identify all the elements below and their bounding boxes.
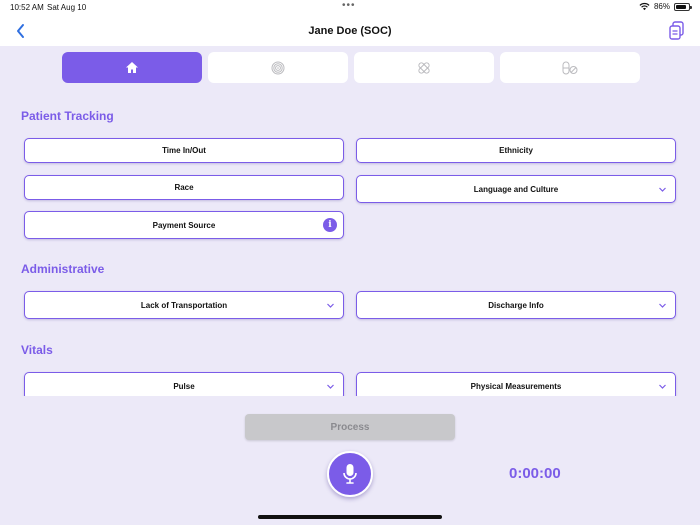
wifi-icon (639, 2, 650, 11)
tab-fingerprint[interactable] (208, 52, 348, 83)
recording-timer: 0:00:00 (509, 465, 561, 482)
tab-pills[interactable] (500, 52, 640, 83)
lack-of-transportation-label: Lack of Transportation (140, 300, 228, 310)
home-icon (126, 62, 138, 73)
chevron-down-icon (327, 303, 334, 308)
status-time: 10:52 AM (10, 3, 44, 12)
pulse-label: Pulse (173, 381, 195, 391)
discharge-info-label: Discharge Info (488, 300, 544, 310)
documents-icon (669, 21, 684, 40)
battery-percent: 86% (653, 2, 670, 11)
info-icon[interactable]: i (323, 218, 337, 232)
payment-source-button[interactable]: Payment Source i (24, 211, 344, 239)
pills-icon (562, 61, 578, 74)
microphone-icon (343, 464, 357, 484)
chevron-down-icon (659, 384, 666, 389)
section-title-administrative: Administrative (21, 262, 105, 276)
ethnicity-label: Ethnicity (499, 146, 533, 155)
tab-bar (62, 52, 640, 84)
process-button[interactable]: Process (245, 414, 455, 440)
discharge-info-dropdown[interactable]: Discharge Info (356, 291, 676, 319)
tab-bandage[interactable] (354, 52, 494, 83)
status-bar: 10:52 AM Sat Aug 10 ••• 86% (0, 0, 700, 16)
section-title-vitals: Vitals (21, 343, 53, 357)
page-title: Jane Doe (SOC) (308, 25, 392, 37)
tab-home[interactable] (62, 52, 202, 83)
ethnicity-button[interactable]: Ethnicity (356, 138, 676, 163)
battery-fill (676, 4, 686, 9)
race-button[interactable]: Race (24, 175, 344, 200)
physical-measurements-dropdown[interactable]: Physical Measurements (356, 372, 676, 396)
time-in-out-button[interactable]: Time In/Out (24, 138, 344, 163)
form-scroll-area[interactable]: Patient Tracking Time In/Out Ethnicity R… (0, 96, 700, 396)
chevron-down-icon (327, 384, 334, 389)
documents-button[interactable] (668, 21, 686, 41)
physical-measurements-label: Physical Measurements (470, 381, 562, 391)
nav-bar: Jane Doe (SOC) (0, 16, 700, 46)
home-indicator[interactable] (258, 515, 442, 519)
fingerprint-icon (271, 61, 285, 74)
chevron-down-icon (659, 303, 666, 308)
time-in-out-label: Time In/Out (162, 146, 206, 155)
race-label: Race (174, 183, 194, 192)
language-culture-dropdown[interactable]: Language and Culture (356, 175, 676, 203)
pulse-dropdown[interactable]: Pulse (24, 372, 344, 396)
language-culture-label: Language and Culture (473, 184, 559, 194)
payment-source-label: Payment Source (152, 220, 216, 230)
chevron-down-icon (659, 187, 666, 192)
lack-of-transportation-dropdown[interactable]: Lack of Transportation (24, 291, 344, 319)
multitasking-dots-icon[interactable]: ••• (342, 0, 356, 11)
battery-icon (674, 2, 692, 11)
status-date: Sat Aug 10 (47, 3, 87, 12)
section-title-patient-tracking: Patient Tracking (21, 109, 114, 123)
status-right: 86% (639, 2, 692, 11)
bandage-icon (418, 61, 430, 74)
record-button[interactable] (327, 451, 373, 497)
